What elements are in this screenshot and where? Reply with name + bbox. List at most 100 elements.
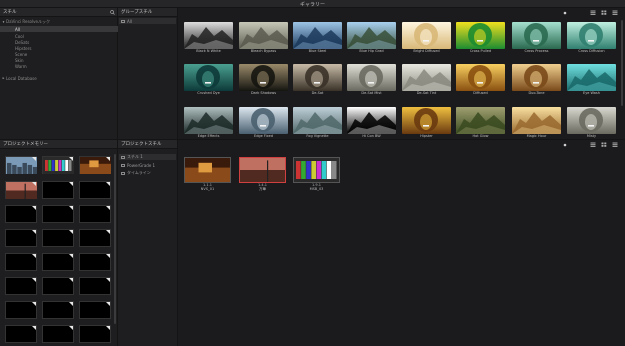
slot-corner-icon (106, 302, 110, 306)
tree-item-label: Skin (15, 57, 24, 63)
memory-slot[interactable] (5, 253, 37, 271)
slot-corner-icon (69, 254, 73, 258)
look-thumbnail[interactable]: Bright Diffused (402, 22, 451, 54)
memory-slot[interactable] (5, 229, 37, 247)
look-thumbnail[interactable]: De-Sat Tint (402, 64, 451, 96)
look-label: Cross Process (524, 49, 549, 53)
look-thumbnail[interactable]: Cross Pulled (456, 22, 505, 54)
search-icon[interactable] (109, 9, 116, 16)
slot-corner-icon (106, 230, 110, 234)
look-label: De-Sat Tint (416, 91, 437, 95)
memory-slot[interactable] (79, 301, 111, 319)
look-preview-image (456, 107, 505, 134)
look-thumbnail[interactable]: Magic Hour (512, 107, 561, 139)
look-preview-image (239, 107, 288, 134)
window-title: ギャラリー (299, 2, 325, 8)
look-thumbnail[interactable]: Eye Wash (567, 64, 616, 96)
looks-scrollbar[interactable] (621, 20, 623, 106)
tree-item[interactable]: ▾ DaVinci Resolveルック (0, 19, 118, 25)
group-stills-title: グループスチル (121, 10, 153, 15)
look-thumbnail[interactable]: Edge Fixed (239, 107, 288, 139)
look-thumbnail[interactable]: Duo-Tone (512, 64, 561, 96)
look-thumbnail[interactable]: Blue Hip Grad (347, 22, 396, 54)
look-label: Black N White (196, 49, 221, 53)
memory-slot[interactable] (79, 181, 111, 199)
options-menu-icon[interactable] (611, 9, 618, 16)
memory-scrollbar[interactable] (114, 154, 116, 324)
look-thumbnail[interactable]: Dark Shadows (239, 64, 288, 96)
memory-slot[interactable] (42, 325, 74, 343)
project-still[interactable]: 1.1.1 NVS_01 (184, 157, 231, 193)
memory-slot[interactable] (42, 156, 74, 174)
look-thumbnail[interactable]: Cross Process (512, 22, 561, 54)
look-label: Crushed Dye (197, 91, 220, 95)
grid-view-icon[interactable] (600, 9, 607, 16)
list-view-icon[interactable] (589, 141, 596, 148)
project-tree-item[interactable]: PowerGrade 1 (119, 162, 176, 168)
memory-slot[interactable] (79, 325, 111, 343)
group-item-all[interactable]: All (119, 18, 176, 24)
memory-slot[interactable] (5, 181, 37, 199)
project-tree-label: PowerGrade 1 (127, 162, 156, 168)
look-thumbnail[interactable]: Cross Diffusion (567, 22, 616, 54)
look-thumbnail[interactable]: Blue Steel (293, 22, 342, 54)
tree-item-label: DaVinci Resolveルック (6, 19, 50, 24)
look-thumbnail[interactable]: Black N White (184, 22, 233, 54)
slot-corner-icon (32, 278, 36, 282)
look-label: Bright Diffused (413, 49, 440, 53)
memory-slot[interactable] (5, 277, 37, 295)
look-thumbnail[interactable]: Bleach Bypass (239, 22, 288, 54)
group-stills-header: グループスチル (118, 8, 177, 17)
memory-slot[interactable] (79, 277, 111, 295)
looks-grid-panel: Black N White Bleach Bypass Blue Steel Blue… (178, 8, 625, 139)
look-thumbnail[interactable]: Hipster (402, 107, 451, 139)
slot-corner-icon (32, 230, 36, 234)
folder-icon (121, 155, 125, 159)
look-preview-image (512, 64, 561, 91)
memory-slot[interactable] (5, 156, 38, 184)
stills-panel-title: スチル (3, 10, 17, 15)
memory-slot[interactable] (42, 277, 74, 295)
project-still[interactable]: 1.4.1 万華 (239, 157, 286, 193)
look-thumbnail[interactable]: Hi Con BW (347, 107, 396, 139)
look-thumbnail[interactable]: De-Sat Mist (347, 64, 396, 96)
look-preview-image (456, 64, 505, 91)
look-preview-image (347, 64, 396, 91)
memory-slot[interactable] (42, 301, 74, 319)
memory-slot[interactable] (5, 325, 37, 343)
tree-item[interactable]: All (0, 26, 118, 32)
look-thumbnail[interactable]: Crushed Dye (184, 64, 233, 96)
memory-slot[interactable] (5, 301, 37, 319)
memory-slot[interactable] (79, 205, 111, 223)
look-thumbnail[interactable]: Diffused (456, 64, 505, 96)
tree-item-label: Hipsters (15, 45, 32, 51)
look-preview-image (567, 107, 616, 134)
memory-slot[interactable] (79, 253, 111, 271)
look-preview-image (512, 107, 561, 134)
look-preview-image (456, 22, 505, 49)
look-label: Eye Wash (583, 91, 600, 95)
look-preview-image (293, 22, 342, 49)
project-tree-item[interactable]: スチル 1 (119, 154, 176, 160)
memory-slot[interactable] (5, 205, 37, 223)
memory-slot[interactable] (42, 205, 74, 223)
memory-slot[interactable] (42, 229, 74, 247)
project-still[interactable]: 1.9.1 MSB_03 (293, 157, 340, 193)
memory-slot[interactable] (42, 253, 74, 271)
grid-view-icon[interactable] (600, 141, 607, 148)
look-thumbnail[interactable]: Misty (567, 107, 616, 139)
still-name: NVS_01 (200, 187, 215, 191)
look-thumbnail[interactable]: Hot Glow (456, 107, 505, 139)
memory-slot[interactable] (42, 181, 74, 199)
look-thumbnail[interactable]: De-Sat (293, 64, 342, 96)
list-view-icon[interactable] (589, 9, 596, 16)
look-thumbnail[interactable]: Fog Vignette (293, 107, 342, 139)
look-thumbnail[interactable]: Edge Effects (184, 107, 233, 139)
options-menu-icon[interactable] (611, 141, 618, 148)
project-tree-item[interactable]: タイムライン (119, 170, 176, 176)
tree-item[interactable]: Warm (0, 63, 118, 69)
tree-item[interactable]: ▸ Local Database (0, 75, 118, 81)
memory-slot[interactable] (79, 229, 111, 247)
look-label: Blue Hip Grad (359, 49, 384, 53)
memory-slot[interactable] (79, 156, 111, 174)
